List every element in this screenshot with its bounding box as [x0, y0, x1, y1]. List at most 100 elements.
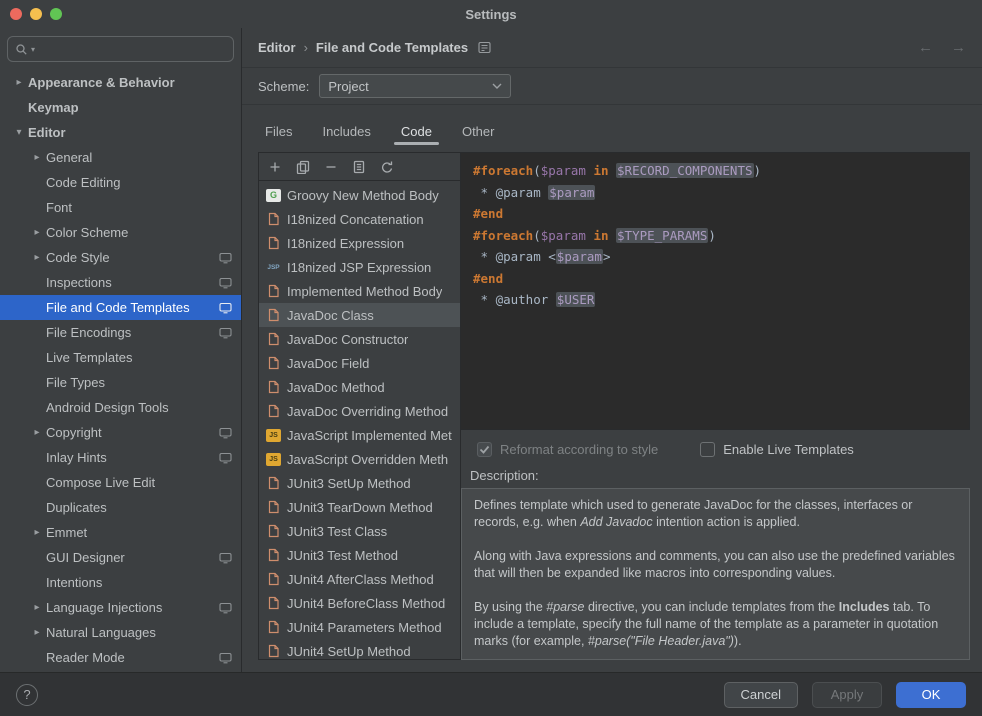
close-button[interactable]: [10, 8, 22, 20]
template-item-javadoc-method[interactable]: JavaDoc Method: [259, 375, 460, 399]
template-item-javadoc-field[interactable]: JavaDoc Field: [259, 351, 460, 375]
back-button[interactable]: ←: [918, 39, 933, 56]
help-button[interactable]: ?: [16, 684, 38, 706]
template-item-junit3-test-class[interactable]: JUnit3 Test Class: [259, 519, 460, 543]
tab-other[interactable]: Other: [447, 124, 510, 152]
duplicate-template-button[interactable]: [347, 156, 371, 178]
chevron-right-icon[interactable]: ▸: [28, 227, 46, 238]
sidebar-item-code-style[interactable]: ▸Code Style: [0, 245, 241, 270]
sidebar-item-duplicates[interactable]: Duplicates: [0, 495, 241, 520]
sidebar-item-color-scheme[interactable]: ▸Color Scheme: [0, 220, 241, 245]
sidebar-item-copyright[interactable]: ▸Copyright: [0, 420, 241, 445]
template-item-label: JUnit3 SetUp Method: [287, 476, 411, 491]
template-list: GGroovy New Method BodyI18nized Concaten…: [259, 181, 460, 659]
chevron-down-icon[interactable]: ▾: [10, 127, 28, 138]
template-file-icon: [266, 524, 281, 538]
sidebar-item-appearance-behavior[interactable]: ▸Appearance & Behavior: [0, 70, 241, 95]
reformat-option[interactable]: Reformat according to style: [477, 442, 658, 457]
remove-template-button[interactable]: [319, 156, 343, 178]
tab-code[interactable]: Code: [386, 124, 447, 152]
chevron-right-icon[interactable]: ▸: [10, 77, 28, 88]
reset-template-button[interactable]: [375, 156, 399, 178]
search-history-chevron-icon[interactable]: ▾: [31, 45, 35, 54]
template-item-groovy-new-method-body[interactable]: GGroovy New Method Body: [259, 183, 460, 207]
copy-template-button[interactable]: [291, 156, 315, 178]
sidebar-item-file-encodings[interactable]: File Encodings: [0, 320, 241, 345]
template-item-javascript-overridden-meth[interactable]: JSJavaScript Overridden Meth: [259, 447, 460, 471]
description-paragraph: By using the #parse directive, you can i…: [474, 599, 957, 650]
tab-includes[interactable]: Includes: [307, 124, 385, 152]
chevron-right-icon[interactable]: ▸: [28, 602, 46, 613]
sidebar-item-emmet[interactable]: ▸Emmet: [0, 520, 241, 545]
template-item-junit4-setup-method[interactable]: JUnit4 SetUp Method: [259, 639, 460, 659]
code-line: * @param <$param>: [473, 246, 957, 268]
sidebar-item-font[interactable]: Font: [0, 195, 241, 220]
template-file-icon: [266, 404, 281, 418]
chevron-right-icon[interactable]: ▸: [28, 427, 46, 438]
live-templates-checkbox[interactable]: [700, 442, 715, 457]
chevron-right-icon[interactable]: ▸: [28, 527, 46, 538]
sidebar-item-file-types[interactable]: File Types: [0, 370, 241, 395]
settings-search-input[interactable]: [38, 42, 226, 57]
template-item-i18nized-jsp-expression[interactable]: JSPI18nized JSP Expression: [259, 255, 460, 279]
copy-template-icon: [296, 160, 310, 174]
fullscreen-button[interactable]: [50, 8, 62, 20]
template-item-implemented-method-body[interactable]: Implemented Method Body: [259, 279, 460, 303]
template-item-junit4-afterclass-method[interactable]: JUnit4 AfterClass Method: [259, 567, 460, 591]
sidebar-item-label: File and Code Templates: [46, 300, 190, 315]
template-item-junit3-setup-method[interactable]: JUnit3 SetUp Method: [259, 471, 460, 495]
template-editor[interactable]: #foreach($param in $RECORD_COMPONENTS) *…: [461, 152, 970, 430]
sidebar-item-label: Copyright: [46, 425, 102, 440]
template-item-javadoc-constructor[interactable]: JavaDoc Constructor: [259, 327, 460, 351]
ok-button[interactable]: OK: [896, 682, 966, 708]
forward-button[interactable]: →: [951, 39, 966, 56]
chevron-right-icon[interactable]: ▸: [28, 152, 46, 163]
template-item-i18nized-expression[interactable]: I18nized Expression: [259, 231, 460, 255]
chevron-right-icon[interactable]: ▸: [28, 252, 46, 263]
reformat-checkbox[interactable]: [477, 442, 492, 457]
template-file-icon: [266, 596, 281, 610]
template-item-junit3-test-method[interactable]: JUnit3 Test Method: [259, 543, 460, 567]
sidebar-item-general[interactable]: ▸General: [0, 145, 241, 170]
sidebar-item-label: GUI Designer: [46, 550, 125, 565]
chevron-right-icon[interactable]: ▸: [28, 627, 46, 638]
apply-button[interactable]: Apply: [812, 682, 882, 708]
breadcrumb-menu-icon[interactable]: [478, 41, 491, 54]
sidebar-item-keymap[interactable]: Keymap: [0, 95, 241, 120]
scheme-select[interactable]: Project: [319, 74, 511, 98]
add-template-button[interactable]: [263, 156, 287, 178]
breadcrumb-item-editor[interactable]: Editor: [258, 40, 296, 55]
sidebar-item-compose-live-edit[interactable]: Compose Live Edit: [0, 470, 241, 495]
template-item-i18nized-concatenation[interactable]: I18nized Concatenation: [259, 207, 460, 231]
template-item-javadoc-overriding-method[interactable]: JavaDoc Overriding Method: [259, 399, 460, 423]
options-row: Reformat according to style Enable Live …: [461, 432, 970, 466]
per-project-settings-icon: [219, 427, 232, 439]
minimize-button[interactable]: [30, 8, 42, 20]
sidebar-item-natural-languages[interactable]: ▸Natural Languages: [0, 620, 241, 645]
sidebar-item-code-editing[interactable]: Code Editing: [0, 170, 241, 195]
sidebar-item-label: Code Style: [46, 250, 110, 265]
sidebar-item-language-injections[interactable]: ▸Language Injections: [0, 595, 241, 620]
template-item-junit4-parameters-method[interactable]: JUnit4 Parameters Method: [259, 615, 460, 639]
sidebar-item-inspections[interactable]: Inspections: [0, 270, 241, 295]
template-item-junit3-teardown-method[interactable]: JUnit3 TearDown Method: [259, 495, 460, 519]
tab-files[interactable]: Files: [250, 124, 307, 152]
search-box[interactable]: ▾: [7, 36, 234, 62]
breadcrumb-item-file-and-code-templates[interactable]: File and Code Templates: [316, 40, 468, 55]
sidebar-item-editor[interactable]: ▾Editor: [0, 120, 241, 145]
sidebar-item-label: File Types: [46, 375, 105, 390]
live-templates-option[interactable]: Enable Live Templates: [700, 442, 854, 457]
sidebar-item-android-design-tools[interactable]: Android Design Tools: [0, 395, 241, 420]
template-item-junit4-beforeclass-method[interactable]: JUnit4 BeforeClass Method: [259, 591, 460, 615]
template-item-javadoc-class[interactable]: JavaDoc Class: [259, 303, 460, 327]
template-item-javascript-implemented-met[interactable]: JSJavaScript Implemented Met: [259, 423, 460, 447]
sidebar-item-intentions[interactable]: Intentions: [0, 570, 241, 595]
cancel-button[interactable]: Cancel: [724, 682, 798, 708]
sidebar-item-inlay-hints[interactable]: Inlay Hints: [0, 445, 241, 470]
sidebar-item-live-templates[interactable]: Live Templates: [0, 345, 241, 370]
settings-window: Settings ▾ ▸Appearance & BehaviorKeymap▾…: [0, 0, 982, 716]
sidebar-item-label: Android Design Tools: [46, 400, 169, 415]
sidebar-item-gui-designer[interactable]: GUI Designer: [0, 545, 241, 570]
sidebar-item-file-and-code-templates[interactable]: File and Code Templates: [0, 295, 241, 320]
sidebar-item-reader-mode[interactable]: Reader Mode: [0, 645, 241, 670]
